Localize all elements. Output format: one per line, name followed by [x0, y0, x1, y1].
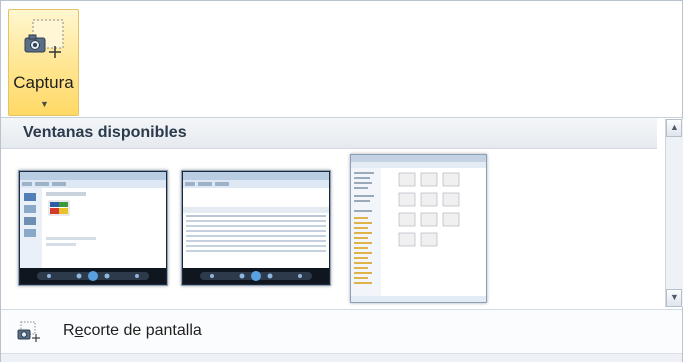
window-thumbnail-2[interactable]: [181, 170, 331, 286]
screen-clipping-icon: [17, 321, 40, 342]
gallery-header: Ventanas disponibles: [1, 118, 657, 149]
gallery-title: Ventanas disponibles: [23, 124, 187, 141]
gallery-scrollbar[interactable]: ▲ ▼: [665, 119, 683, 307]
triangle-down-icon: ▼: [670, 292, 679, 302]
ribbon-area: Captura ▼: [1, 1, 682, 117]
scroll-up-button[interactable]: ▲: [666, 119, 682, 137]
window-preview-image: [351, 155, 486, 302]
window-preview-image: [19, 171, 167, 285]
window-thumbnail-3[interactable]: [350, 154, 487, 303]
chevron-down-icon: ▼: [40, 99, 49, 109]
window-preview-image: [182, 171, 330, 285]
screen-clipping-label: Recorte de pantalla: [63, 322, 202, 339]
capture-label: Captura: [13, 73, 74, 92]
scroll-down-button[interactable]: ▼: [666, 289, 682, 307]
screenshot-camera-icon: [24, 19, 64, 58]
screen-clipping-item[interactable]: Recorte de pantalla: [1, 310, 682, 353]
screenshot-dropdown: Captura ▼ Ventanas disponibles ▲ ▼ Recor…: [0, 0, 683, 362]
resize-strip: [1, 353, 682, 362]
triangle-up-icon: ▲: [670, 122, 679, 132]
available-windows-gallery: [1, 149, 657, 306]
window-thumbnail-1[interactable]: [18, 170, 168, 286]
capture-button[interactable]: Captura ▼: [8, 9, 79, 116]
